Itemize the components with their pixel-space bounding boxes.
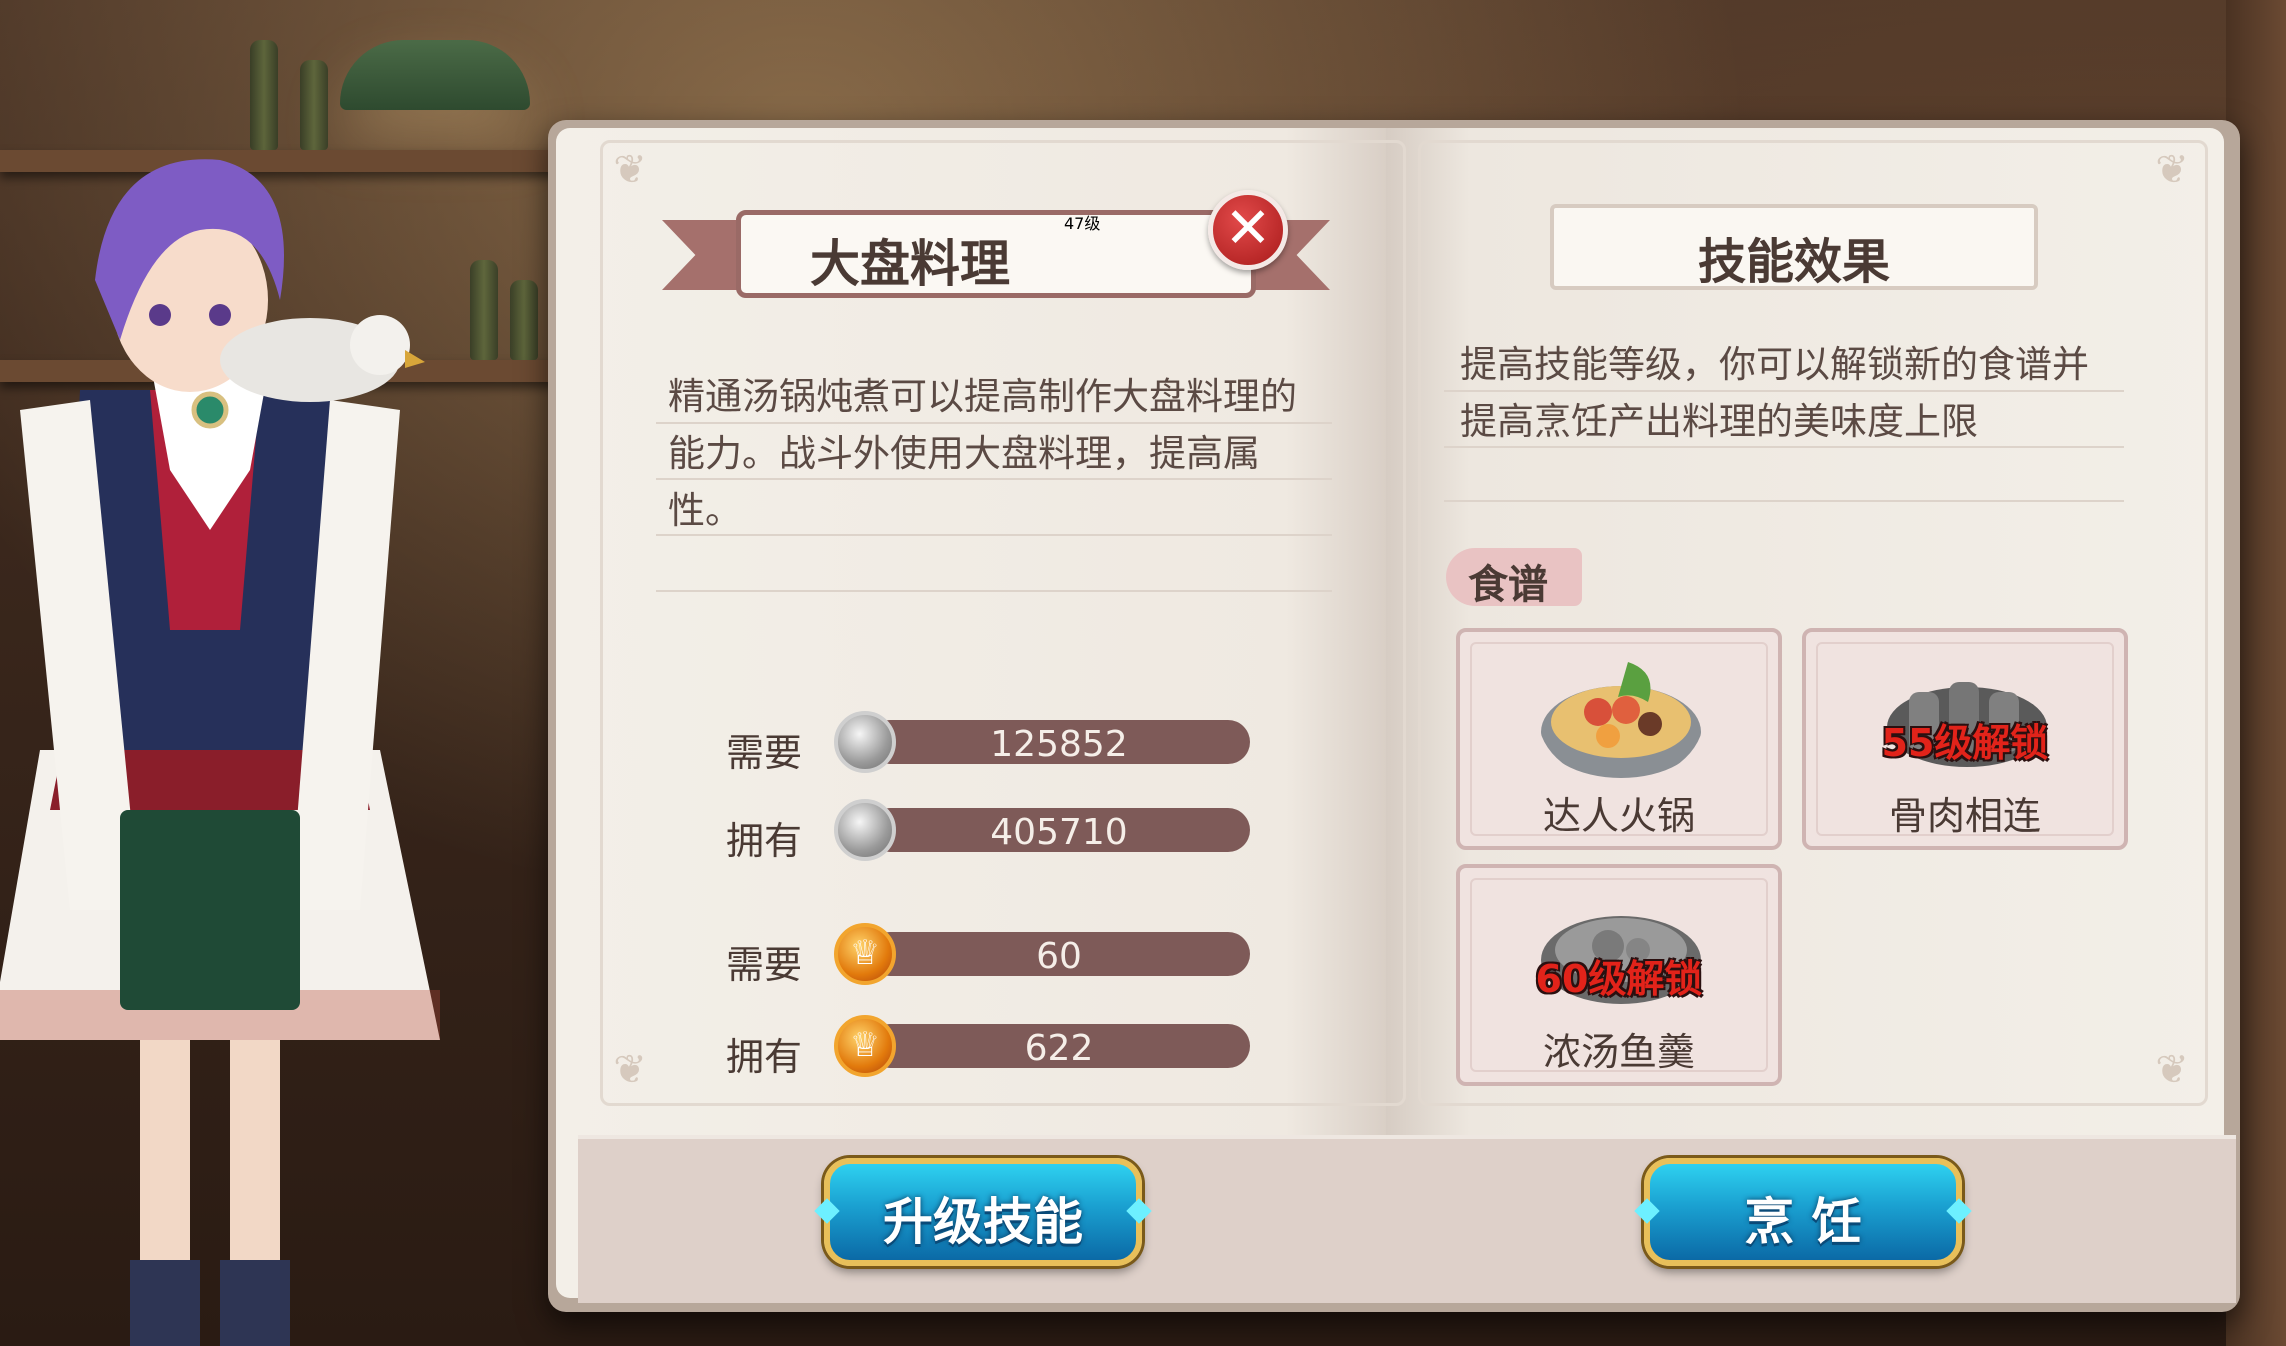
recipe-card-bone-skewer[interactable]: 55级解锁 骨肉相连 bbox=[1802, 628, 2128, 850]
cost-label: 需要 bbox=[726, 731, 803, 775]
silver-coin-icon bbox=[834, 711, 896, 773]
skill-effect-title: 技能效果 bbox=[1697, 234, 1890, 290]
bottle bbox=[510, 280, 538, 360]
divider bbox=[1444, 390, 2124, 392]
silver-owned-value: 405710 bbox=[990, 812, 1128, 853]
recipes-tag: 食谱 bbox=[1446, 548, 1582, 608]
divider bbox=[656, 534, 1332, 536]
cost-label: 拥有 bbox=[726, 819, 803, 863]
divider bbox=[656, 478, 1332, 480]
cost-label: 需要 bbox=[726, 943, 803, 987]
lamp bbox=[340, 40, 530, 110]
recipe-name: 达人火锅 bbox=[1542, 794, 1695, 838]
divider bbox=[1444, 446, 2124, 448]
ornament-icon: ❦ bbox=[2155, 147, 2189, 193]
recipe-name: 骨肉相连 bbox=[1888, 794, 2041, 838]
trophy-icon bbox=[834, 1015, 896, 1077]
silver-required-bar: 125852 bbox=[868, 720, 1250, 765]
recipe-card-hotpot[interactable]: 达人火锅 bbox=[1456, 628, 1782, 850]
recipe-lock-text: 55级解锁 bbox=[1881, 721, 2049, 765]
character-illustration bbox=[0, 159, 440, 1346]
ornament-icon: ❦ bbox=[2155, 1047, 2189, 1093]
silver-owned-bar: 405710 bbox=[868, 808, 1250, 853]
silver-required-value: 125852 bbox=[990, 724, 1128, 765]
skill-level: 47级 bbox=[1064, 214, 1101, 233]
recipe-card-fish-soup[interactable]: 60级解锁 浓汤鱼羹 bbox=[1456, 864, 1782, 1086]
silver-coin-icon bbox=[834, 799, 896, 861]
upgrade-skill-label: 升级技能 bbox=[883, 1193, 1083, 1251]
trophy-owned-value: 622 bbox=[1024, 1028, 1094, 1069]
ornament-icon: ❦ bbox=[613, 147, 647, 193]
cook-button[interactable]: 烹 饪 bbox=[1644, 1158, 1962, 1266]
trophy-icon bbox=[834, 923, 896, 985]
recipe-lock-text: 60级解锁 bbox=[1535, 957, 1703, 1001]
recipe-name: 浓汤鱼羹 bbox=[1542, 1030, 1695, 1074]
cost-label: 拥有 bbox=[726, 1035, 803, 1079]
trophy-required-bar: 60 bbox=[868, 932, 1250, 977]
trophy-owned-bar: 622 bbox=[868, 1024, 1250, 1069]
bottle bbox=[470, 260, 498, 360]
divider bbox=[656, 590, 1332, 592]
divider bbox=[1444, 500, 2124, 502]
title-plate bbox=[736, 210, 1256, 298]
skill-effect-text: 提高技能等级，你可以解锁新的食谱并提高烹饪产出料理的美味度上限 bbox=[1460, 343, 2089, 443]
close-button[interactable]: ✕ bbox=[1208, 190, 1288, 270]
divider bbox=[656, 422, 1332, 424]
skill-effect-header: 技能效果 bbox=[1550, 204, 2038, 290]
hotpot-dish-icon bbox=[1541, 662, 1701, 778]
recipes-tag-label: 食谱 bbox=[1468, 562, 1548, 608]
skill-description: 精通汤锅炖煮可以提高制作大盘料理的能力。战斗外使用大盘料理，提高属性。 bbox=[668, 375, 1297, 532]
upgrade-skill-button[interactable]: 升级技能 bbox=[824, 1158, 1142, 1266]
close-icon[interactable]: ✕ bbox=[1225, 196, 1272, 261]
ornament-icon: ❦ bbox=[613, 1047, 647, 1093]
trophy-required-value: 60 bbox=[1036, 936, 1082, 977]
cook-label: 烹 饪 bbox=[1744, 1193, 1862, 1251]
